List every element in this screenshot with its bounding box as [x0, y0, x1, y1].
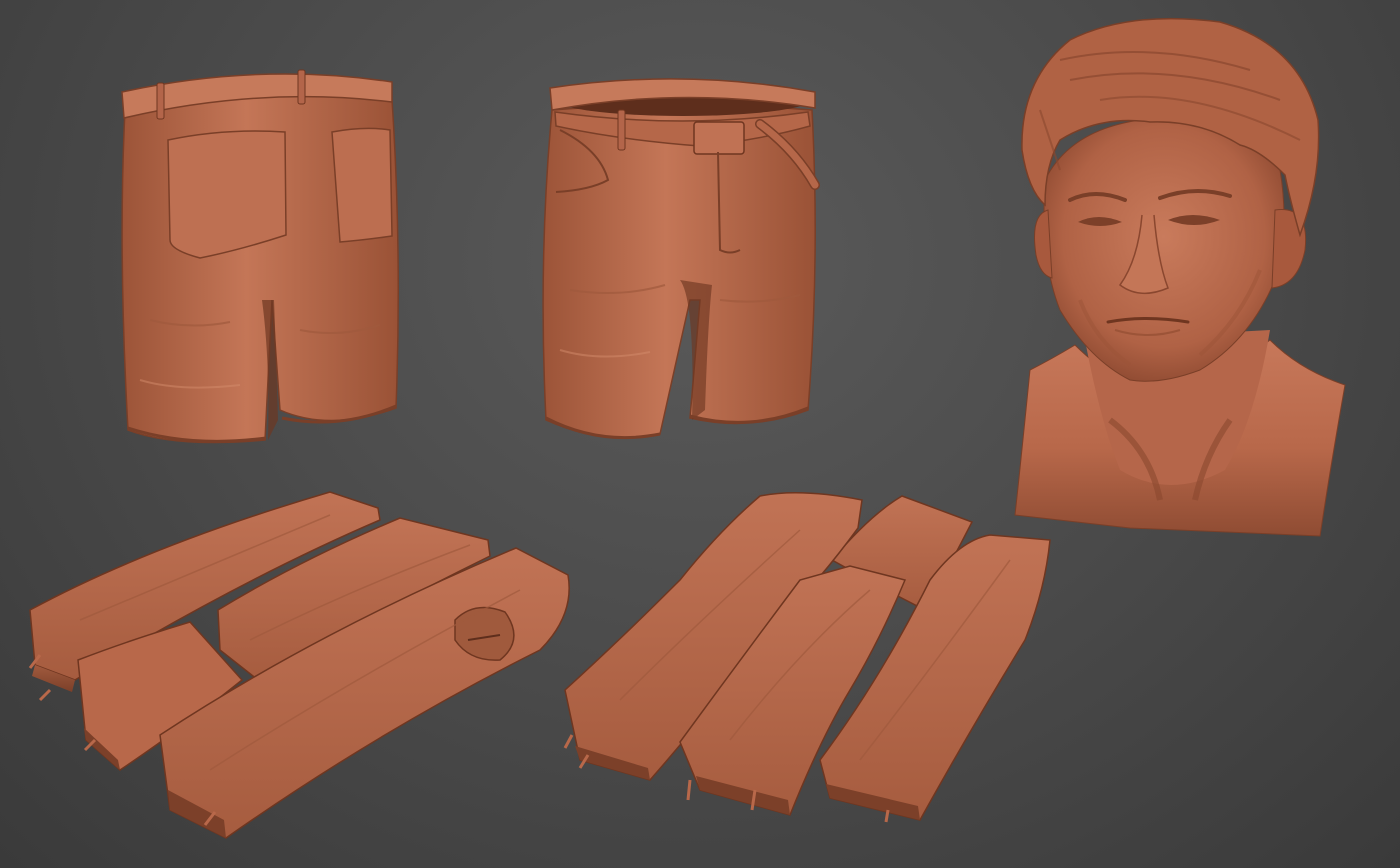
- male-head-bust: [1014, 17, 1346, 537]
- scene-canvas: [28, 17, 1346, 839]
- wood-planks-set-right: [563, 492, 1051, 823]
- shorts-back-view: [121, 69, 399, 444]
- sculpt-viewport: [0, 0, 1400, 868]
- shorts-front-view: [542, 78, 820, 440]
- wood-planks-set-left: [28, 491, 570, 839]
